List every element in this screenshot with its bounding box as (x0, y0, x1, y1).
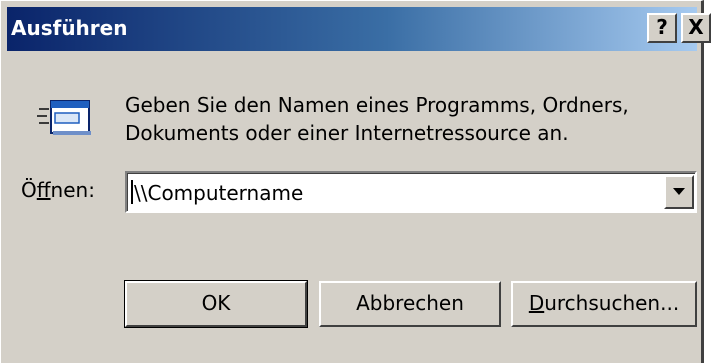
ok-button[interactable]: OK (124, 280, 308, 328)
open-label-accel: f (36, 178, 51, 202)
run-dialog: Ausführen ? X Geben Sie den Namen eines … (0, 0, 711, 363)
dropdown-button[interactable] (664, 175, 694, 209)
run-program-icon (37, 100, 91, 135)
browse-label: urchsuchen... (544, 291, 680, 315)
instruction-line-1: Geben Sie den Namen eines Programms, Ord… (125, 93, 629, 117)
text-caret (131, 180, 133, 204)
open-label-prefix: Ö (21, 178, 37, 202)
open-label: Öffnen: (21, 178, 95, 202)
chevron-down-icon (673, 188, 685, 195)
open-label-suffix: fnen: (50, 178, 95, 202)
open-combobox[interactable] (125, 171, 697, 213)
help-button[interactable]: ? (647, 13, 677, 43)
open-input[interactable] (134, 174, 654, 211)
title-bar[interactable]: Ausführen ? X (7, 7, 711, 51)
browse-accel: D (528, 291, 545, 315)
instruction-line-2: Dokuments oder einer Internetressource a… (125, 121, 569, 145)
browse-button[interactable]: Durchsuchen... (511, 281, 697, 327)
combobox-frame (127, 173, 695, 211)
close-button[interactable]: X (681, 13, 711, 43)
window-title: Ausführen (11, 16, 128, 40)
instruction-text: Geben Sie den Namen eines Programms, Ord… (125, 91, 685, 147)
cancel-button[interactable]: Abbrechen (319, 281, 501, 327)
